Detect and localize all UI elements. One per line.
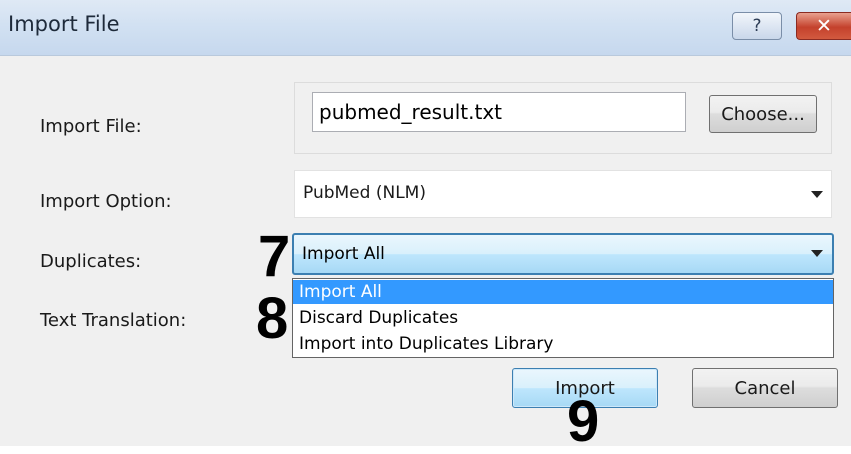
step-8-annotation: 8 xyxy=(256,286,289,351)
close-button[interactable]: ✕ xyxy=(796,12,851,40)
import-option-label: Import Option: xyxy=(40,191,172,212)
import-file-input[interactable] xyxy=(312,92,686,132)
dropdown-option-import-all[interactable]: Import All xyxy=(293,280,833,304)
question-mark-icon: ? xyxy=(752,16,762,36)
dropdown-option-import-into-duplicates-library[interactable]: Import into Duplicates Library xyxy=(293,332,833,356)
step-7-annotation: 7 xyxy=(258,224,291,289)
duplicates-select[interactable]: Import All xyxy=(292,233,834,275)
chevron-down-icon xyxy=(811,191,823,198)
cancel-button[interactable]: Cancel xyxy=(692,368,838,408)
window-title: Import File xyxy=(8,12,120,36)
import-option-value: PubMed (NLM) xyxy=(303,183,426,203)
dropdown-option-discard-duplicates[interactable]: Discard Duplicates xyxy=(293,306,833,330)
title-bar: Import File ? ✕ xyxy=(0,0,851,56)
help-button[interactable]: ? xyxy=(732,12,782,40)
import-option-select[interactable]: PubMed (NLM) xyxy=(294,170,832,218)
step-9-annotation: 9 xyxy=(567,389,600,454)
duplicates-dropdown-list: Import All Discard Duplicates Import int… xyxy=(292,278,834,358)
import-file-label: Import File: xyxy=(40,116,142,137)
chevron-down-icon xyxy=(811,250,823,257)
duplicates-label: Duplicates: xyxy=(40,251,142,272)
text-translation-label: Text Translation: xyxy=(40,310,187,331)
choose-button[interactable]: Choose... xyxy=(709,95,817,133)
duplicates-value: Import All xyxy=(302,244,385,264)
close-icon: ✕ xyxy=(816,15,832,37)
